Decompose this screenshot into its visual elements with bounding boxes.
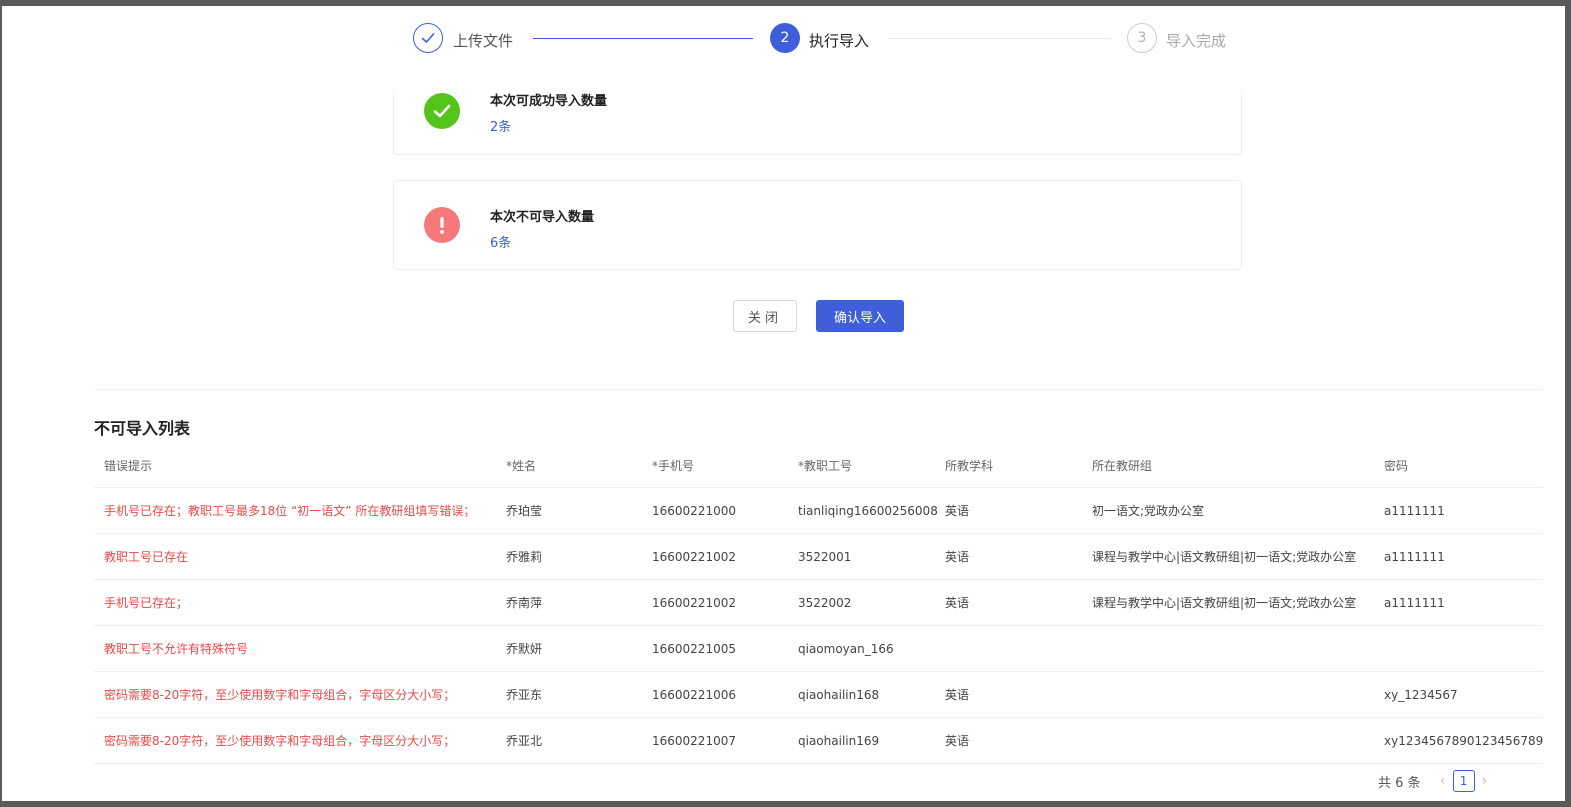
password-cell: a1111111 — [1384, 595, 1445, 610]
column-header: 所教学科 — [945, 458, 994, 473]
stepper-visible: 上传文件 2 执行导入 3 导入完成 — [2, 21, 1565, 55]
close-button[interactable]: 关闭 — [733, 300, 797, 332]
staff-id-cell: tianliqing16600256008 — [798, 503, 938, 518]
group-cell: 初一语文;党政办公室 — [1092, 504, 1205, 518]
name-cell: 乔亚北 — [506, 734, 543, 748]
password-cell: a1111111 — [1384, 503, 1445, 518]
name-cell: 乔珀莹 — [506, 504, 543, 518]
name-cell: 乔亚东 — [506, 688, 543, 702]
table-row: 手机号已存在；教职工号最多18位 “初一语文” 所在教研组填写错误； 乔珀莹 1… — [94, 488, 1543, 534]
page-number-button[interactable]: 1 — [1452, 770, 1475, 792]
step-3-circle-visible: 3 — [1127, 23, 1157, 53]
staff-id-cell: 3522002 — [798, 595, 852, 610]
column-header: 密码 — [1384, 458, 1409, 473]
table-row: 密码需要8-20字符，至少使用数字和字母组合，字母区分大小写； 乔亚北 1660… — [94, 718, 1543, 764]
error-message: 手机号已存在； — [104, 596, 189, 610]
group-cell — [1092, 626, 1377, 671]
password-cell — [1384, 626, 1543, 671]
subject-cell: 英语 — [945, 596, 970, 610]
step-2-label-visible: 执行导入 — [809, 32, 870, 50]
staff-id-cell: qiaohailin169 — [798, 733, 880, 748]
subject-cell: 英语 — [945, 550, 970, 564]
staff-id-cell: qiaomoyan_166 — [798, 641, 894, 656]
subject-cell: 英语 — [945, 688, 970, 702]
error-message: 教职工号已存在 — [104, 550, 189, 564]
phone-cell: 16600221005 — [652, 641, 736, 656]
subject-cell — [945, 626, 1085, 671]
step-1-circle-visible — [413, 23, 443, 53]
password-cell: xy_1234567 — [1384, 687, 1458, 702]
table-row: 教职工号不允许有特殊符号 乔默妍 16600221005 qiaomoyan_1… — [94, 626, 1543, 672]
list-title: 不可导入列表 — [94, 419, 191, 438]
table-row: 教职工号已存在 乔雅莉 16600221002 3522001 英语 课程与教学… — [94, 534, 1543, 580]
staff-id-cell: 3522001 — [798, 549, 852, 564]
name-cell: 乔南萍 — [506, 596, 543, 610]
error-exclamation-icon — [424, 207, 460, 243]
confirm-import-button[interactable]: 确认导入 — [816, 300, 904, 332]
divider — [94, 389, 1543, 390]
success-card-title: 本次可成功导入数量 — [490, 94, 608, 109]
table-row: 密码需要8-20字符，至少使用数字和字母组合，字母区分大小写； 乔亚东 1660… — [94, 672, 1543, 718]
import-dialog: 上传文件 2 执行导入 3 导入完成 本次可成功导入数量 2条 上传文件 2 执… — [2, 6, 1565, 801]
password-cell: xy12345678901234567890 — [1384, 733, 1543, 748]
error-message: 密码需要8-20字符，至少使用数字和字母组合，字母区分大小写； — [104, 734, 456, 748]
staff-id-cell: qiaohailin168 — [798, 687, 880, 702]
table-header: 错误提示 *姓名 *手机号 *教职工号 所教学科 所在教研组 密码 — [94, 443, 1543, 488]
phone-cell: 16600221007 — [652, 733, 736, 748]
column-header: *教职工号 — [798, 458, 853, 473]
name-cell: 乔雅莉 — [506, 550, 543, 564]
error-message: 教职工号不允许有特殊符号 — [104, 642, 249, 656]
phone-cell: 16600221002 — [652, 549, 736, 564]
pagination-total: 共 6 条 — [1378, 775, 1421, 791]
step-3-label-visible: 导入完成 — [1166, 32, 1227, 50]
check-icon — [421, 33, 435, 43]
table-row: 手机号已存在； 乔南萍 16600221002 3522002 英语 课程与教学… — [94, 580, 1543, 626]
prev-page-icon[interactable]: ‹ — [1433, 773, 1453, 789]
group-cell: 课程与教学中心|语文教研组|初一语文;党政办公室 — [1092, 550, 1357, 564]
phone-cell: 16600221000 — [652, 503, 736, 518]
step-line-1-visible — [533, 38, 753, 39]
column-header: 错误提示 — [104, 458, 153, 473]
error-message: 手机号已存在；教职工号最多18位 “初一语文” 所在教研组填写错误； — [104, 504, 476, 518]
phone-cell: 16600221002 — [652, 595, 736, 610]
next-page-icon[interactable]: › — [1475, 773, 1495, 789]
phone-cell: 16600221006 — [652, 687, 736, 702]
stepper-overlay: 上传文件 2 执行导入 3 导入完成 — [2, 6, 1565, 91]
pagination: 共 6 条 ‹ 1 › — [1378, 769, 1495, 793]
step-2-circle-visible: 2 — [770, 23, 800, 53]
fail-card-title: 本次不可导入数量 — [490, 210, 595, 225]
subject-cell: 英语 — [945, 734, 970, 748]
fail-card: 本次不可导入数量 6条 — [393, 180, 1242, 270]
step-1-label-visible: 上传文件 — [453, 32, 514, 50]
error-message: 密码需要8-20字符，至少使用数字和字母组合，字母区分大小写； — [104, 688, 456, 702]
column-header: *手机号 — [652, 458, 695, 473]
step-line-2-visible — [889, 38, 1110, 39]
fail-card-count: 6条 — [490, 236, 512, 251]
success-check-icon — [424, 93, 460, 129]
name-cell: 乔默妍 — [506, 642, 543, 656]
group-cell — [1092, 672, 1377, 717]
failed-import-table: 错误提示 *姓名 *手机号 *教职工号 所教学科 所在教研组 密码 手机号已存在… — [94, 443, 1543, 764]
group-cell — [1092, 718, 1377, 763]
success-card-count: 2条 — [490, 120, 512, 135]
password-cell: a1111111 — [1384, 549, 1445, 564]
subject-cell: 英语 — [945, 504, 970, 518]
group-cell: 课程与教学中心|语文教研组|初一语文;党政办公室 — [1092, 596, 1357, 610]
column-header: *姓名 — [506, 458, 537, 473]
column-header: 所在教研组 — [1092, 458, 1153, 473]
